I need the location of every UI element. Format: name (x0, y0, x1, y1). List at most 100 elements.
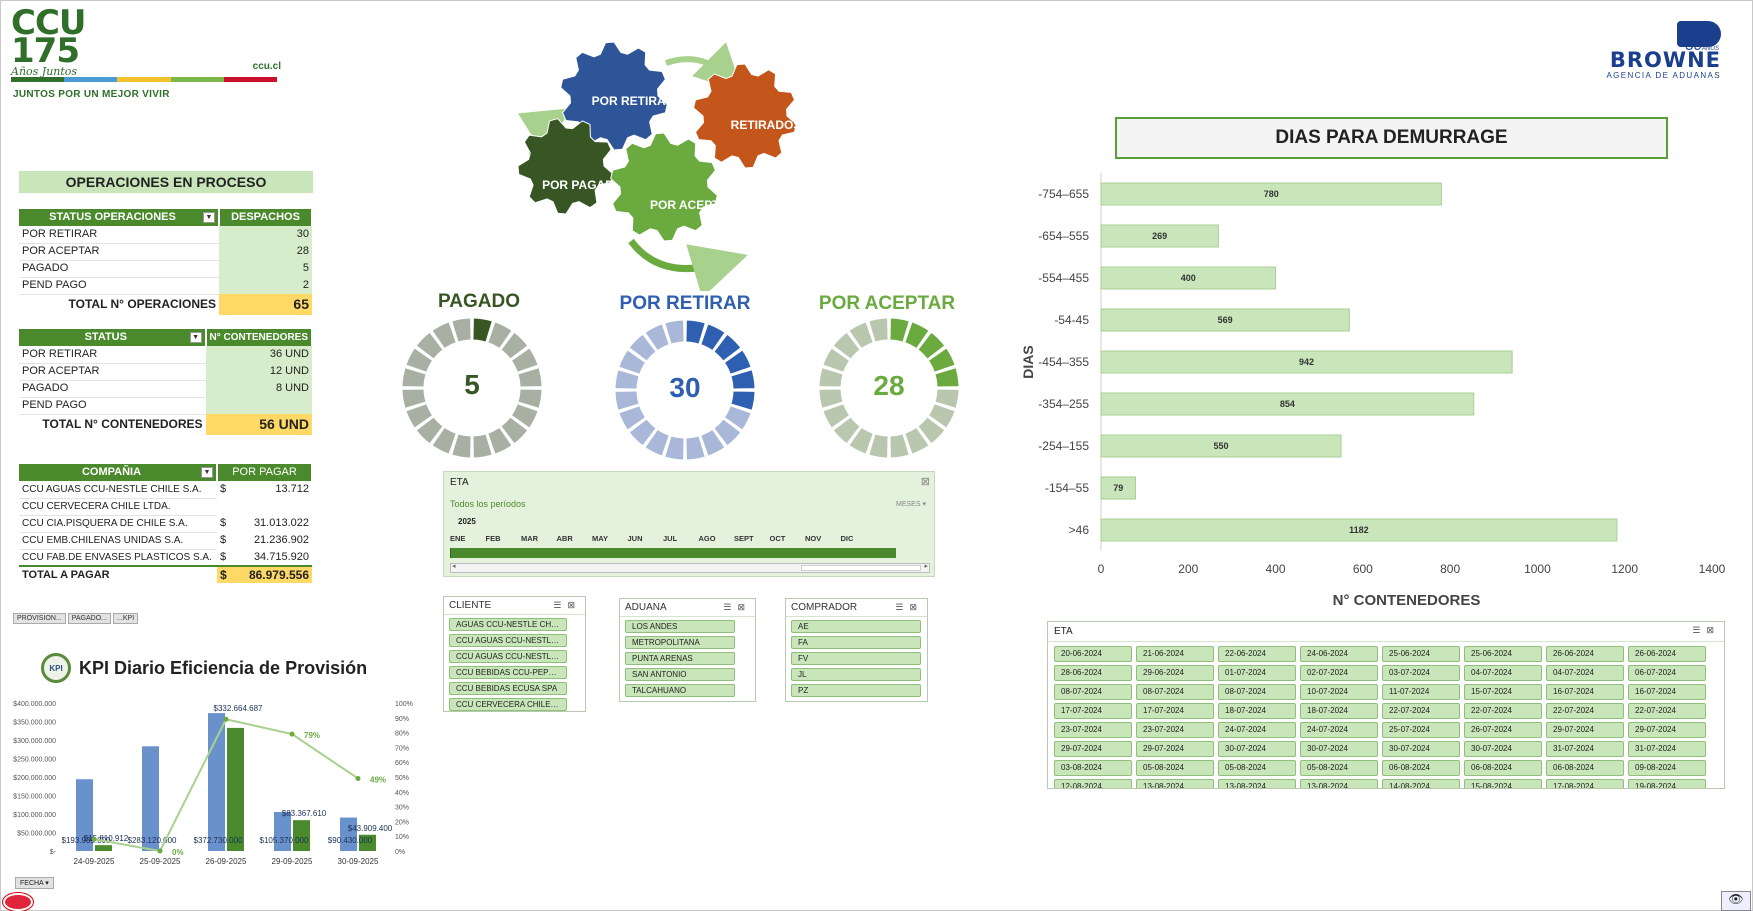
eta-date-item[interactable]: 17-08-2024 (1546, 779, 1624, 788)
pagado-bar[interactable] (227, 727, 244, 851)
eta-date-item[interactable]: 22-06-2024 (1218, 646, 1296, 662)
aduana-slicer-item[interactable]: LOS ANDES (625, 620, 735, 633)
eta-date-item[interactable]: 17-07-2024 (1054, 703, 1132, 719)
fecha-filter-button[interactable]: FECHA ▾ (15, 877, 54, 889)
scroll-left-icon[interactable]: ◂ (452, 562, 456, 570)
comprador-slicer-item[interactable]: FV (791, 652, 921, 665)
timeline-month[interactable]: SEPT (734, 534, 770, 543)
eta-date-item[interactable]: 05-08-2024 (1218, 760, 1296, 776)
eta-date-item[interactable]: 10-07-2024 (1300, 684, 1378, 700)
timeline-month[interactable]: FEB (486, 534, 522, 543)
aduana-slicer-item[interactable]: TALCAHUANO (625, 684, 735, 697)
efficiency-point[interactable] (355, 775, 361, 781)
comprador-slicer-item[interactable]: FA (791, 636, 921, 649)
eye-icon[interactable]: 👁 (1721, 891, 1751, 911)
eta-date-item[interactable]: 12-08-2024 (1054, 779, 1132, 788)
timeline-selected-bar[interactable] (450, 548, 896, 558)
timeline-month[interactable]: JUN (628, 534, 664, 543)
eta-date-item[interactable]: 15-07-2024 (1464, 684, 1542, 700)
filter-dropdown-icon[interactable]: ▼ (189, 332, 202, 343)
cliente-slicer-item[interactable]: CCU BEBIDAS ECUSA SPA (449, 682, 567, 695)
eta-date-item[interactable]: 13-08-2024 (1300, 779, 1378, 788)
eta-date-item[interactable]: 18-07-2024 (1218, 703, 1296, 719)
timeline-month[interactable]: NOV (805, 534, 841, 543)
eta-date-item[interactable]: 06-08-2024 (1546, 760, 1624, 776)
pagado-bar[interactable] (95, 845, 112, 851)
cliente-slicer-item[interactable]: CCU AGUAS CCU-NESTLE... (449, 634, 567, 647)
eta-date-item[interactable]: 29-07-2024 (1054, 741, 1132, 757)
eta-date-item[interactable]: 30-07-2024 (1300, 741, 1378, 757)
aduana-slicer-item[interactable]: PUNTA ARENAS (625, 652, 735, 665)
eta-date-item[interactable]: 23-07-2024 (1136, 722, 1214, 738)
eta-date-item[interactable]: 11-07-2024 (1382, 684, 1460, 700)
eta-date-item[interactable]: 24-07-2024 (1218, 722, 1296, 738)
eta-date-item[interactable]: 08-07-2024 (1136, 684, 1214, 700)
eta-date-item[interactable]: 16-07-2024 (1628, 684, 1706, 700)
timeline-month[interactable]: MAY (592, 534, 628, 543)
eta-date-item[interactable]: 15-08-2024 (1464, 779, 1542, 788)
provision-bar[interactable] (340, 817, 357, 851)
efficiency-point[interactable] (223, 716, 229, 722)
eta-date-item[interactable]: 17-07-2024 (1136, 703, 1214, 719)
eta-date-item[interactable]: 14-08-2024 (1382, 779, 1460, 788)
comprador-slicer-item[interactable]: JL (791, 668, 921, 681)
eta-date-item[interactable]: 26-06-2024 (1628, 646, 1706, 662)
aduana-slicer-item[interactable]: SAN ANTONIO (625, 668, 735, 681)
eta-date-item[interactable]: 30-07-2024 (1464, 741, 1542, 757)
eta-date-item[interactable]: 19-08-2024 (1628, 779, 1706, 788)
stop-icon[interactable] (3, 893, 33, 911)
eta-date-item[interactable]: 13-08-2024 (1136, 779, 1214, 788)
col-status[interactable]: STATUS ▼ (19, 329, 207, 346)
clear-filter-icon[interactable]: ⊠ (921, 475, 930, 488)
timeline-month[interactable]: AGO (699, 534, 735, 543)
timeline-month[interactable]: ABR (557, 534, 593, 543)
timeline-month[interactable]: OCT (770, 534, 806, 543)
eta-date-item[interactable]: 29-07-2024 (1628, 722, 1706, 738)
eta-date-item[interactable]: 26-06-2024 (1546, 646, 1624, 662)
sheet-button-kpi[interactable]: ...KPI (113, 613, 139, 624)
cliente-slicer-item[interactable]: CCU BEBIDAS CCU-PEPSI... (449, 666, 567, 679)
eta-date-item[interactable]: 24-07-2024 (1300, 722, 1378, 738)
eta-date-item[interactable]: 25-06-2024 (1464, 646, 1542, 662)
timeline-month[interactable]: DIC (841, 534, 877, 543)
eta-date-item[interactable]: 29-07-2024 (1546, 722, 1624, 738)
eta-date-item[interactable]: 22-07-2024 (1464, 703, 1542, 719)
aduana-slicer-item[interactable]: METROPOLITANA (625, 636, 735, 649)
efficiency-point[interactable] (289, 731, 295, 737)
eta-date-item[interactable]: 25-06-2024 (1382, 646, 1460, 662)
eta-date-item[interactable]: 25-07-2024 (1382, 722, 1460, 738)
eta-date-item[interactable]: 03-07-2024 (1382, 665, 1460, 681)
eta-date-item[interactable]: 06-08-2024 (1464, 760, 1542, 776)
efficiency-point[interactable] (157, 848, 163, 854)
timeline-month[interactable]: JUL (663, 534, 699, 543)
eta-date-item[interactable]: 22-07-2024 (1546, 703, 1624, 719)
filter-dropdown-icon[interactable]: ▼ (201, 467, 213, 478)
cliente-slicer-item[interactable]: CCU AGUAS CCU-NESTLE... (449, 650, 567, 663)
eta-date-item[interactable]: 30-07-2024 (1382, 741, 1460, 757)
eta-date-item[interactable]: 08-07-2024 (1054, 684, 1132, 700)
efficiency-point[interactable] (91, 836, 97, 842)
eta-date-item[interactable]: 05-08-2024 (1300, 760, 1378, 776)
eta-date-item[interactable]: 30-07-2024 (1218, 741, 1296, 757)
eta-date-item[interactable]: 31-07-2024 (1546, 741, 1624, 757)
filter-dropdown-icon[interactable]: ▼ (203, 212, 215, 223)
eta-date-item[interactable]: 05-08-2024 (1136, 760, 1214, 776)
timeline-month[interactable]: ENE (450, 534, 486, 543)
eta-date-item[interactable]: 03-08-2024 (1054, 760, 1132, 776)
eta-date-item[interactable]: 02-07-2024 (1300, 665, 1378, 681)
cliente-slicer-item[interactable]: AGUAS CCU-NESTLE CHIL... (449, 618, 567, 631)
eta-date-item[interactable]: 22-07-2024 (1628, 703, 1706, 719)
scroll-thumb[interactable] (801, 565, 921, 571)
timeline-scrollbar[interactable]: ◂ ▸ (450, 563, 930, 573)
timeline-level-dropdown[interactable]: MESES ▾ (896, 500, 926, 508)
comprador-slicer-item[interactable]: PZ (791, 684, 921, 697)
cliente-slicer-item[interactable]: CCU CERVECERA CHILE L... (449, 698, 567, 711)
eta-date-item[interactable]: 04-07-2024 (1546, 665, 1624, 681)
eta-date-item[interactable]: 28-06-2024 (1054, 665, 1132, 681)
eta-date-item[interactable]: 29-07-2024 (1136, 741, 1214, 757)
comprador-slicer-item[interactable]: AE (791, 620, 921, 633)
eta-date-item[interactable]: 22-07-2024 (1382, 703, 1460, 719)
eta-date-item[interactable]: 20-06-2024 (1054, 646, 1132, 662)
eta-date-item[interactable]: 26-07-2024 (1464, 722, 1542, 738)
eta-date-item[interactable]: 16-07-2024 (1546, 684, 1624, 700)
